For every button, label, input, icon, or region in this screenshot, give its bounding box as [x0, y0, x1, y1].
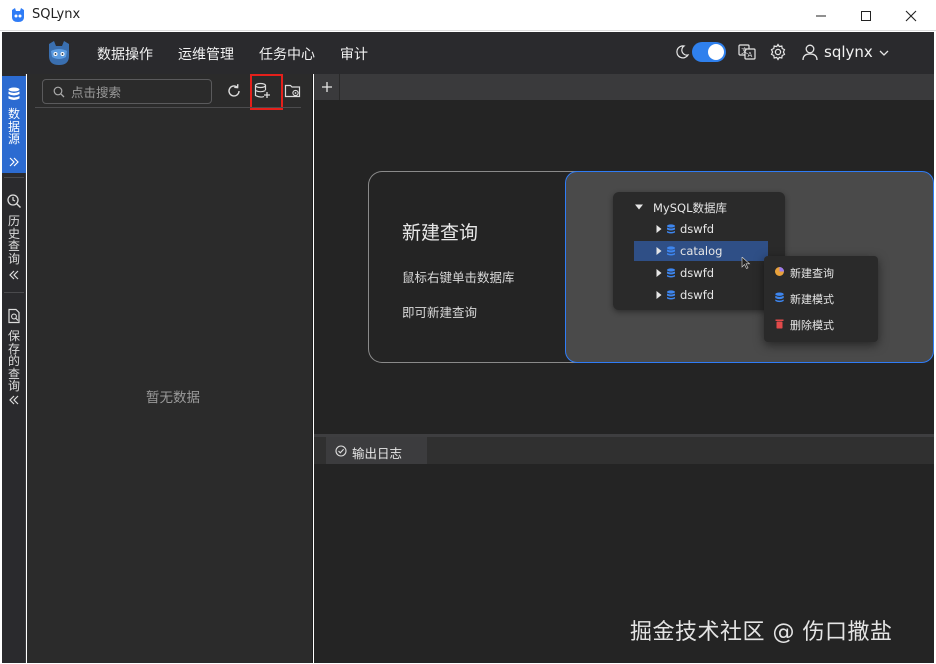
app-window: SQLynx 数据操作 运维管理 任务中心 审计 文 A sqlynx 数据源 … [0, 0, 936, 664]
demo-tree: MySQL数据库 dswfd catalog dswfd dswfd [613, 192, 785, 310]
chevron-down-icon[interactable] [878, 47, 890, 59]
ctx-new-query: 新建查询 [764, 259, 878, 283]
activity-history[interactable]: 历史查询 [2, 183, 26, 284]
menu-bar: 数据操作 运维管理 任务中心 审计 文 A sqlynx [2, 32, 934, 74]
activity-saved-queries[interactable]: 保存的查询 [2, 298, 26, 414]
new-datasource-icon[interactable] [253, 82, 271, 100]
activity-bar: 数据源 历史查询 保存的查询 [2, 74, 26, 663]
trash-icon [775, 319, 784, 329]
database-icon [667, 290, 675, 300]
editor-tab-strip [314, 74, 934, 100]
tab-output-log[interactable]: 输出日志 [326, 437, 427, 464]
search-input[interactable] [71, 83, 206, 101]
guide-text-panel: 新建查询 鼠标右键单击数据库 即可新建查询 [368, 171, 588, 363]
chevrons-left-icon[interactable] [7, 394, 21, 406]
caret-right-icon [656, 247, 662, 255]
tree-item: dswfd [613, 263, 785, 283]
watermark: 掘金技术社区 @ 伤口撒盐 [630, 620, 893, 645]
caret-right-icon [656, 291, 662, 299]
title-bar: SQLynx [0, 0, 936, 31]
menu-data-operation[interactable]: 数据操作 [97, 44, 153, 64]
gear-icon[interactable] [769, 43, 787, 61]
guide-instruction: 即可新建查询 [402, 305, 478, 320]
divider [4, 292, 24, 293]
refresh-icon[interactable] [225, 82, 243, 100]
activity-label: 数据源 [8, 107, 21, 146]
sqlynx-logo-icon [49, 41, 69, 65]
caret-right-icon [656, 269, 662, 277]
divider [4, 177, 24, 178]
divider [35, 107, 301, 108]
activity-label: 历史查询 [8, 214, 21, 266]
menu-audit[interactable]: 审计 [340, 44, 368, 64]
output-tab-bar: 输出日志 [314, 437, 934, 464]
guide-illustration: MySQL数据库 dswfd catalog dswfd dswfd 新建查询 … [565, 171, 934, 363]
window-title: SQLynx [32, 7, 81, 22]
empty-state-text: 暂无数据 [146, 390, 200, 406]
plus-icon [321, 82, 332, 92]
database-icon [775, 292, 784, 303]
database-icon [667, 246, 675, 256]
activity-datasource[interactable]: 数据源 [2, 76, 26, 173]
new-query-guide: 新建查询 鼠标右键单击数据库 即可新建查询 MySQL数据库 dswfd cat… [368, 171, 934, 363]
chevrons-left-icon[interactable] [7, 269, 21, 281]
database-icon [667, 224, 675, 234]
app-logo-icon [12, 8, 24, 22]
ctx-delete-schema: 删除模式 [764, 311, 878, 335]
datasource-panel: 暂无数据 [27, 74, 313, 663]
maximize-icon [861, 10, 871, 21]
guide-title: 新建查询 [402, 222, 479, 244]
tree-item: dswfd [613, 219, 785, 239]
svg-text:A: A [748, 51, 753, 59]
search-box[interactable] [42, 79, 212, 104]
theme-toggle[interactable] [692, 42, 726, 62]
ctx-new-schema: 新建模式 [764, 285, 878, 309]
activity-label: 保存的查询 [8, 329, 21, 393]
new-query-icon [775, 267, 784, 276]
moon-icon [676, 45, 690, 59]
chevrons-right-icon[interactable] [7, 156, 21, 168]
tree-root: MySQL数据库 [613, 197, 785, 217]
menu-task-center[interactable]: 任务中心 [259, 44, 315, 64]
translate-icon[interactable]: 文 A [738, 43, 756, 61]
demo-context-menu: 新建查询 新建模式 删除模式 [764, 256, 878, 342]
guide-instruction: 鼠标右键单击数据库 [402, 270, 515, 285]
minimize-icon [816, 15, 826, 16]
output-tab-label: 输出日志 [352, 446, 403, 461]
saved-query-icon [8, 308, 20, 324]
user-icon [802, 44, 818, 61]
tree-item: dswfd [613, 285, 785, 305]
add-tab-button[interactable] [314, 74, 340, 100]
caret-down-icon [635, 204, 643, 210]
menu-ops-management[interactable]: 运维管理 [178, 44, 234, 64]
database-icon [8, 87, 20, 100]
database-icon [667, 268, 675, 278]
search-icon [53, 86, 65, 98]
caret-right-icon [656, 225, 662, 233]
close-button[interactable] [888, 0, 934, 31]
folder-settings-icon[interactable] [284, 82, 302, 100]
minimize-button[interactable] [798, 0, 844, 31]
toggle-knob [708, 44, 724, 60]
mouse-cursor-icon [741, 257, 751, 269]
close-icon [905, 10, 917, 21]
history-search-icon [7, 194, 21, 208]
username[interactable]: sqlynx [824, 43, 873, 61]
maximize-button[interactable] [843, 0, 889, 31]
check-circle-icon [335, 445, 347, 457]
